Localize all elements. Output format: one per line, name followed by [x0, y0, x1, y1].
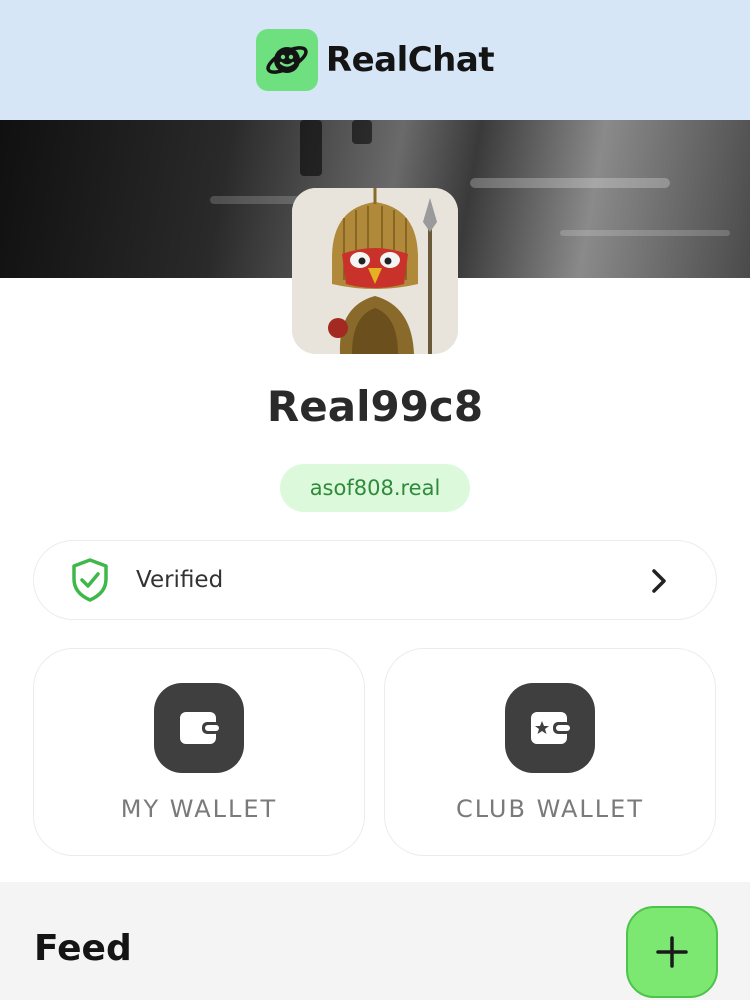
club-wallet-label: CLUB WALLET — [456, 795, 644, 823]
my-wallet-button[interactable]: MY WALLET — [33, 648, 365, 856]
my-wallet-label: MY WALLET — [120, 795, 278, 823]
app-title: RealChat — [325, 40, 495, 80]
club-wallet-button[interactable]: CLUB WALLET — [384, 648, 716, 856]
profile-username: Real99c8 — [266, 382, 484, 431]
app-header: RealChat — [0, 0, 750, 120]
add-post-button[interactable] — [626, 906, 718, 998]
planet-smile-icon[interactable] — [255, 29, 318, 91]
verified-label: Verified — [136, 567, 224, 593]
feed-section: Feed — [0, 882, 750, 1000]
feed-title: Feed — [34, 928, 132, 969]
shield-check-icon — [72, 558, 108, 602]
chevron-right-icon — [652, 569, 666, 593]
plus-icon — [656, 936, 688, 968]
wallet-icon — [154, 683, 244, 773]
verified-status-row[interactable]: Verified — [33, 540, 717, 620]
wallet-star-icon — [505, 683, 595, 773]
profile-handle-badge: asof808.real — [280, 464, 470, 512]
avatar[interactable] — [292, 188, 458, 354]
